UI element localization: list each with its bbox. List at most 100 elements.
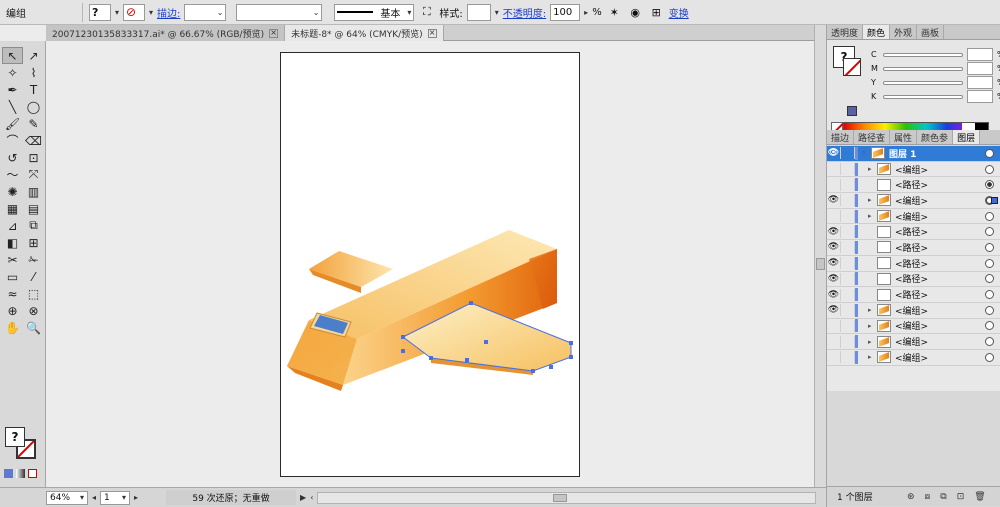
recolor-artwork-icon[interactable]: ⛶ bbox=[418, 4, 435, 21]
airplane-artwork[interactable] bbox=[281, 53, 581, 478]
layers-tab-2[interactable]: 属性 bbox=[890, 130, 918, 144]
tail-wing-top[interactable] bbox=[309, 251, 393, 287]
last-color-swatch[interactable] bbox=[847, 106, 857, 116]
shape-builder-tool[interactable]: ⬚ bbox=[23, 285, 44, 302]
layer-row-top[interactable]: 👁 ▿ 图层 1 bbox=[827, 146, 1000, 162]
visibility-toggle[interactable] bbox=[827, 335, 841, 348]
target-circle-icon[interactable] bbox=[985, 242, 994, 252]
layer-row[interactable]: 👁 ▸ <编组> bbox=[827, 193, 1000, 209]
scroll-left-icon[interactable]: ‹ bbox=[310, 493, 313, 502]
layers-tab-1[interactable]: 路径查 bbox=[854, 130, 891, 144]
hand-tool[interactable]: ✋ bbox=[2, 319, 23, 336]
layer-row[interactable]: ▸ <编组> bbox=[827, 319, 1000, 335]
fill-swatch[interactable]: ? bbox=[5, 427, 25, 447]
panel-tab-2[interactable]: 外观 bbox=[890, 25, 918, 39]
expand-triangle-icon[interactable]: ▸ bbox=[868, 353, 877, 361]
eye-icon[interactable]: 👁 bbox=[827, 257, 841, 270]
new-layer-icon[interactable]: ⊡ bbox=[957, 492, 965, 502]
chevron-down-icon[interactable]: ▾ bbox=[495, 8, 499, 17]
blob-brush-tool[interactable]: ⌒ bbox=[2, 132, 23, 149]
expand-triangle-icon[interactable]: ▸ bbox=[868, 322, 877, 330]
tab-document-2[interactable]: 未标题-8* @ 64% (CMYK/预览) × bbox=[285, 25, 444, 41]
target-circle-icon[interactable] bbox=[985, 321, 994, 331]
ellipse-tool[interactable]: ◯ bbox=[23, 98, 44, 115]
layer-row[interactable]: 👁 <路径> bbox=[827, 240, 1000, 256]
visibility-toggle[interactable] bbox=[827, 163, 841, 176]
eye-icon[interactable]: 👁 bbox=[827, 272, 841, 285]
lock-toggle[interactable] bbox=[841, 147, 855, 160]
layer-row[interactable]: ▸ <编组> bbox=[827, 350, 1000, 366]
perspective-grid-tool[interactable]: ⊕ bbox=[2, 302, 23, 319]
layer-row[interactable]: 👁 <路径> bbox=[827, 224, 1000, 241]
chevron-down-icon[interactable]: ▾ bbox=[149, 8, 153, 17]
artboard-select[interactable]: 1 ▾ bbox=[100, 490, 131, 505]
slice-tool[interactable]: ✂ bbox=[2, 251, 23, 268]
transform-link[interactable]: 变换 bbox=[669, 5, 689, 20]
lock-toggle[interactable] bbox=[841, 319, 855, 332]
stroke-link[interactable]: 描边: bbox=[157, 5, 180, 20]
rotate-tool[interactable]: ↺ bbox=[2, 149, 23, 166]
layer-row[interactable]: ▸ <编组> bbox=[827, 162, 1000, 178]
vertical-scrollbar[interactable] bbox=[814, 25, 826, 487]
panel-tab-1[interactable]: 颜色 bbox=[863, 25, 891, 39]
expand-triangle-icon[interactable]: ▸ bbox=[868, 338, 877, 346]
eyedropper-tool[interactable]: ⊿ bbox=[2, 217, 23, 234]
channel-slider[interactable] bbox=[883, 66, 963, 71]
pencil-tool[interactable]: ✎ bbox=[23, 115, 44, 132]
stroke-color-swatch[interactable]: ⊘ bbox=[123, 3, 146, 21]
perspective-selection-tool[interactable]: ⊗ bbox=[23, 302, 44, 319]
lock-toggle[interactable] bbox=[841, 178, 855, 191]
target-circle-icon[interactable] bbox=[985, 227, 994, 237]
fill-stroke-control[interactable]: ? bbox=[5, 427, 39, 461]
variable-width-profile[interactable]: ⌄ bbox=[236, 3, 323, 21]
lock-toggle[interactable] bbox=[841, 194, 855, 207]
expand-triangle-icon[interactable]: ▸ bbox=[868, 196, 877, 204]
close-icon[interactable]: × bbox=[427, 28, 437, 38]
delete-icon[interactable]: 🗑 bbox=[974, 492, 985, 502]
lock-toggle[interactable] bbox=[841, 288, 855, 301]
target-circle-icon[interactable] bbox=[985, 258, 994, 268]
free-transform-tool[interactable]: ⤧ bbox=[23, 166, 44, 183]
fill-color-swatch[interactable]: ? bbox=[89, 3, 111, 21]
layers-tab-3[interactable]: 颜色参 bbox=[917, 130, 954, 144]
expand-triangle-icon[interactable]: ▸ bbox=[868, 212, 877, 220]
selection-tool[interactable]: ↖ bbox=[2, 47, 23, 64]
target-circle-icon[interactable] bbox=[985, 274, 994, 284]
layer-row[interactable]: ▸ <编组> bbox=[827, 209, 1000, 225]
layer-row[interactable]: 👁 ▸ <编组> bbox=[827, 303, 1000, 319]
selection-square-icon[interactable] bbox=[991, 196, 998, 204]
lock-toggle[interactable] bbox=[841, 257, 855, 270]
layer-row[interactable]: 👁 <路径> bbox=[827, 272, 1000, 288]
lock-toggle[interactable] bbox=[841, 272, 855, 285]
channel-slider[interactable] bbox=[883, 80, 963, 85]
stroke-indicator[interactable] bbox=[843, 58, 861, 76]
channel-value-input[interactable] bbox=[967, 90, 993, 103]
live-paint-bucket-tool[interactable]: ◧ bbox=[2, 234, 23, 251]
knife-tool[interactable]: ⁄ bbox=[23, 268, 44, 285]
lock-toggle[interactable] bbox=[841, 225, 855, 238]
visibility-toggle[interactable] bbox=[827, 351, 841, 364]
scroll-thumb[interactable] bbox=[553, 493, 568, 502]
canvas-area[interactable] bbox=[46, 41, 814, 487]
mesh-tool[interactable]: ▦ bbox=[2, 200, 23, 217]
expand-triangle-icon[interactable]: ▸ bbox=[868, 165, 877, 173]
channel-value-input[interactable] bbox=[967, 48, 993, 61]
lock-toggle[interactable] bbox=[841, 210, 855, 223]
layer-row[interactable]: ▸ <编组> bbox=[827, 334, 1000, 350]
expand-triangle-icon[interactable]: ▸ bbox=[868, 306, 877, 314]
direct-selection-tool[interactable]: ↗ bbox=[23, 47, 44, 64]
locate-object-icon[interactable]: ⊛ bbox=[907, 492, 915, 502]
layers-tab-4[interactable]: 图层 bbox=[953, 130, 981, 144]
brush-definition[interactable]: 基本 ▾ bbox=[334, 3, 415, 21]
opacity-link[interactable]: 不透明度: bbox=[503, 5, 546, 20]
live-paint-selection-tool[interactable]: ⊞ bbox=[23, 234, 44, 251]
magic-icon[interactable]: ✶ bbox=[606, 4, 623, 21]
type-tool[interactable]: T bbox=[23, 81, 44, 98]
tab-document-1[interactable]: 20071230135833317.ai* @ 66.67% (RGB/预览) … bbox=[46, 25, 286, 41]
layers-tab-0[interactable]: 描边 bbox=[827, 130, 855, 144]
layer-row[interactable]: 👁 <路径> bbox=[827, 287, 1000, 303]
eye-icon[interactable]: 👁 bbox=[827, 147, 841, 160]
zoom-select[interactable]: 64% ▾ bbox=[46, 490, 88, 505]
visibility-toggle[interactable] bbox=[827, 319, 841, 332]
panel-tab-0[interactable]: 透明度 bbox=[827, 25, 864, 39]
